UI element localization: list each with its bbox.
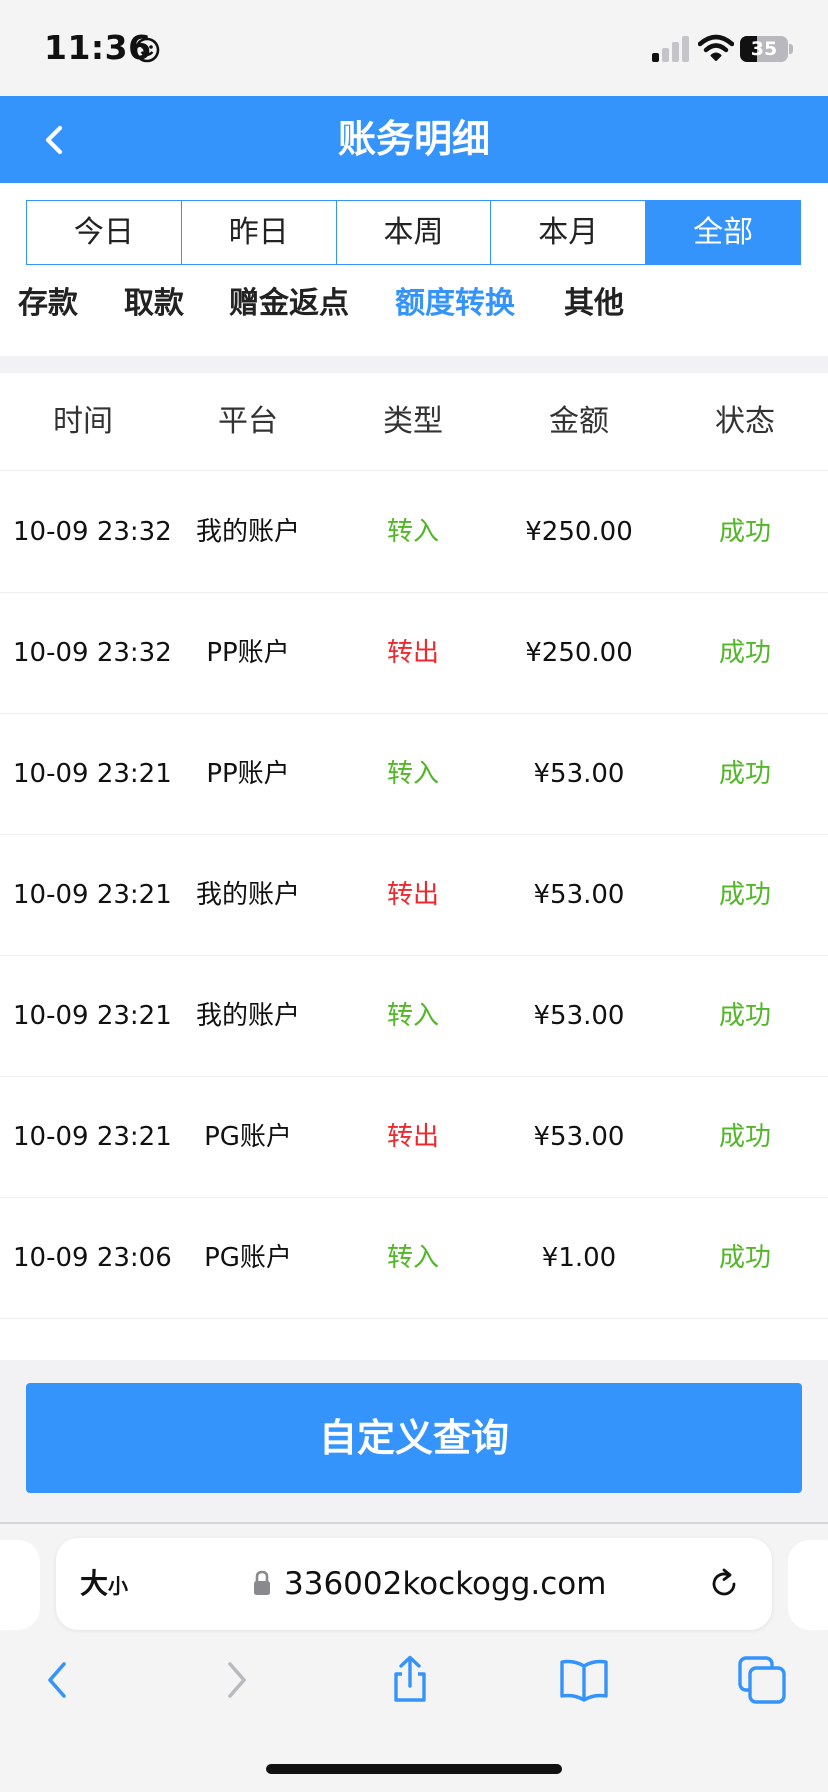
row-amount: ¥1.00	[541, 1243, 617, 1273]
row-type: 转入	[386, 1243, 439, 1273]
table-header: 时间 平台 类型 金额 状态	[0, 373, 828, 471]
row-time: 10-09 23:06	[13, 1243, 172, 1273]
forward-icon[interactable]	[210, 1654, 262, 1706]
previous-tab-preview[interactable]	[0, 1540, 40, 1630]
column-header-type: 类型	[383, 404, 443, 439]
row-time: 10-09 23:32	[13, 638, 172, 668]
row-status: 成功	[718, 517, 771, 547]
row-amount: ¥53.00	[533, 1122, 625, 1152]
row-amount: ¥250.00	[525, 638, 633, 668]
row-status: 成功	[718, 880, 771, 910]
next-tab-preview[interactable]	[788, 1540, 828, 1630]
content-panel: 今日 昨日 本周 本月 全部 存款 取款 赠金返点 额度转换 其他 时间 平台 …	[0, 183, 828, 1522]
text-size-button[interactable]: 大小	[80, 1538, 128, 1630]
row-platform: PG账户	[204, 1243, 292, 1273]
period-tab-this-month[interactable]: 本月	[491, 201, 647, 264]
row-type: 转入	[386, 517, 439, 547]
column-header-amount: 金额	[549, 404, 609, 439]
row-platform: PG账户	[204, 1122, 292, 1152]
row-type: 转出	[386, 638, 439, 668]
query-area: 自定义查询	[0, 1360, 828, 1522]
section-divider	[0, 356, 828, 373]
table-row[interactable]: 10-09 23:21 我的账户 转出 ¥53.00 成功	[0, 835, 828, 956]
cellular-signal-icon	[652, 36, 689, 62]
custom-query-button[interactable]: 自定义查询	[26, 1383, 802, 1493]
browser-toolbar	[0, 1640, 828, 1720]
row-time: 10-09 23:21	[13, 759, 172, 789]
app-header: 账务明细	[0, 96, 828, 183]
url-text: 336002kockogg.com	[284, 1566, 607, 1602]
table-row[interactable]: 10-09 23:32 PP账户 转出 ¥250.00 成功	[0, 593, 828, 714]
row-platform: PP账户	[206, 638, 290, 668]
row-amount: ¥250.00	[525, 517, 633, 547]
table-row[interactable]: 10-09 23:06 PG账户 转入 ¥1.00 成功	[0, 1198, 828, 1319]
share-icon[interactable]	[384, 1654, 436, 1706]
row-status: 成功	[718, 1122, 771, 1152]
lock-icon	[254, 1570, 270, 1595]
row-type: 转出	[386, 880, 439, 910]
row-platform: 我的账户	[195, 517, 300, 547]
row-status: 成功	[718, 1001, 771, 1031]
category-tabs: 存款 取款 赠金返点 额度转换 其他	[0, 269, 828, 339]
battery-level: 35	[750, 38, 778, 60]
row-amount: ¥53.00	[533, 880, 625, 910]
table-row[interactable]: 10-09 23:21 我的账户 转入 ¥53.00 成功	[0, 956, 828, 1077]
period-tab-all[interactable]: 全部	[646, 201, 800, 264]
table-row[interactable]: 10-09 23:21 PP账户 转入 ¥53.00 成功	[0, 714, 828, 835]
address-bar[interactable]: 大小 336002kockogg.com	[56, 1538, 772, 1630]
text-size-big: 大	[80, 1567, 109, 1600]
row-status: 成功	[718, 638, 771, 668]
row-amount: ¥53.00	[533, 1001, 625, 1031]
column-header-time: 时间	[53, 404, 113, 439]
row-type: 转入	[386, 1001, 439, 1031]
period-tab-today[interactable]: 今日	[27, 201, 182, 264]
reload-icon[interactable]	[706, 1566, 742, 1602]
row-type: 转出	[386, 1122, 439, 1152]
table-body: 10-09 23:32 我的账户 转入 ¥250.00 成功 10-09 23:…	[0, 472, 828, 1319]
row-status: 成功	[718, 1243, 771, 1273]
text-size-small: 小	[108, 1574, 129, 1598]
browser-divider	[0, 1522, 828, 1524]
tabs-icon[interactable]	[736, 1654, 788, 1706]
battery-cap	[789, 44, 793, 54]
wifi-icon	[698, 34, 734, 61]
column-header-status: 状态	[715, 404, 775, 439]
row-platform: PP账户	[206, 759, 290, 789]
category-tab-other[interactable]: 其他	[564, 269, 624, 339]
row-time: 10-09 23:21	[13, 880, 172, 910]
row-time: 10-09 23:21	[13, 1001, 172, 1031]
row-type: 转入	[386, 759, 439, 789]
status-bar: 11:36 35	[0, 0, 828, 96]
period-tab-this-week[interactable]: 本周	[336, 201, 492, 264]
row-platform: 我的账户	[195, 880, 300, 910]
back-icon[interactable]	[32, 1654, 84, 1706]
screen: 11:36 35 账务明细 今日 昨日 本周 本月 全部 存款 取款 赠金返点 …	[0, 0, 828, 1792]
row-amount: ¥53.00	[533, 759, 625, 789]
category-tab-withdraw[interactable]: 取款	[124, 269, 184, 339]
column-header-platform: 平台	[218, 404, 278, 439]
row-time: 10-09 23:21	[13, 1122, 172, 1152]
period-tab-yesterday[interactable]: 昨日	[181, 201, 337, 264]
chevron-left-icon[interactable]	[26, 112, 82, 168]
battery-body: 35	[740, 36, 788, 62]
bookmarks-icon[interactable]	[558, 1654, 610, 1706]
category-tab-bonus-rebate[interactable]: 赠金返点	[229, 269, 349, 339]
smiley-icon	[134, 37, 160, 63]
category-tab-deposit[interactable]: 存款	[18, 269, 78, 339]
battery-icon: 35	[740, 36, 794, 62]
row-time: 10-09 23:32	[13, 517, 172, 547]
page-title: 账务明细	[337, 117, 490, 161]
period-filter: 今日 昨日 本周 本月 全部	[26, 200, 801, 265]
home-indicator	[266, 1764, 562, 1774]
category-tab-transfer[interactable]: 额度转换	[395, 269, 515, 339]
row-platform: 我的账户	[195, 1001, 300, 1031]
row-status: 成功	[718, 759, 771, 789]
table-row[interactable]: 10-09 23:21 PG账户 转出 ¥53.00 成功	[0, 1077, 828, 1198]
table-row[interactable]: 10-09 23:32 我的账户 转入 ¥250.00 成功	[0, 472, 828, 593]
